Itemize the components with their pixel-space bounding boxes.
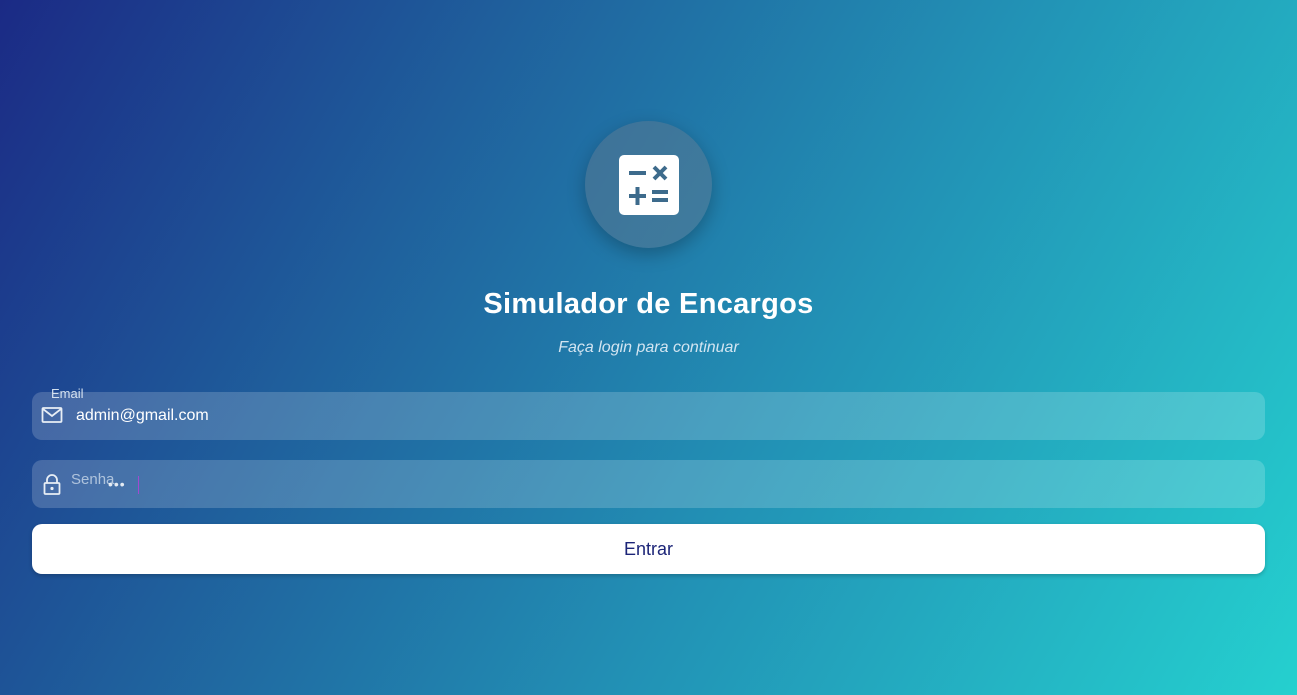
- text-caret: [138, 476, 139, 494]
- email-input[interactable]: [76, 392, 1246, 440]
- calculator-icon: [618, 154, 679, 215]
- email-field[interactable]: [32, 392, 1265, 440]
- lock-icon: [43, 474, 61, 495]
- app-logo: [585, 121, 712, 248]
- email-label: Email: [51, 386, 84, 401]
- page-subtitle: Faça login para continuar: [558, 339, 739, 356]
- password-input[interactable]: •••: [108, 476, 126, 492]
- login-button[interactable]: Entrar: [32, 524, 1265, 574]
- mail-icon: [41, 407, 63, 423]
- page-title: Simulador de Encargos: [483, 288, 814, 320]
- password-field[interactable]: Senha •••: [32, 460, 1265, 508]
